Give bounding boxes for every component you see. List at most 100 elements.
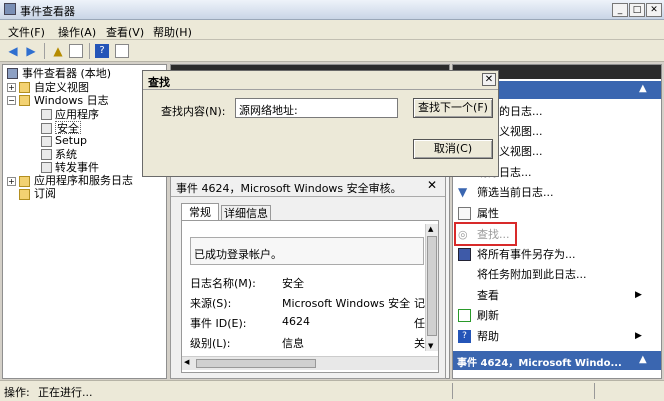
cancel-button[interactable]: 取消(C) bbox=[413, 139, 493, 159]
status-divider bbox=[452, 383, 453, 399]
refresh-icon bbox=[458, 309, 471, 322]
tree-log-security[interactable]: 安全 bbox=[55, 121, 81, 135]
subscriptions-icon bbox=[19, 189, 30, 200]
tree-windows-logs[interactable]: Windows 日志 bbox=[34, 94, 109, 107]
tree-log-forwarded[interactable]: 转发事件 bbox=[55, 161, 99, 174]
action-view[interactable]: 查看 bbox=[477, 288, 499, 304]
menu-view[interactable]: 查看(V) bbox=[106, 24, 144, 40]
action-pane-icon[interactable] bbox=[115, 44, 129, 58]
find-input[interactable]: 源网络地址: bbox=[235, 98, 398, 118]
tree-log-application[interactable]: 应用程序 bbox=[55, 108, 99, 121]
event-section-title: 事件 4624，Microsoft Windo... bbox=[457, 358, 622, 369]
event-title: 事件 4624，Microsoft Windows 安全审核。 bbox=[176, 182, 402, 195]
show-hide-tree-icon[interactable] bbox=[69, 44, 83, 58]
filter-icon: ▼ bbox=[458, 185, 468, 199]
status-bar: 操作: 正在进行... bbox=[0, 380, 664, 401]
scroll-down-icon[interactable]: ▼ bbox=[428, 342, 433, 350]
minimize-button[interactable]: _ bbox=[612, 3, 628, 17]
log-icon bbox=[41, 109, 52, 120]
field-value: Microsoft Windows 安全审 bbox=[282, 297, 410, 310]
save-icon bbox=[458, 248, 471, 261]
submenu-arrow-icon: ▶ bbox=[635, 331, 642, 341]
horizontal-scrollbar[interactable]: ◀ bbox=[182, 356, 438, 370]
dialog-divider bbox=[143, 89, 498, 90]
close-button[interactable]: ✕ bbox=[646, 3, 662, 17]
expand-icon[interactable]: + bbox=[7, 177, 16, 186]
toolbar-divider bbox=[89, 43, 90, 59]
expand-icon[interactable]: + bbox=[7, 83, 16, 92]
find-label: 查找内容(N): bbox=[161, 105, 226, 118]
find-next-button[interactable]: 查找下一个(F) bbox=[413, 98, 493, 118]
dialog-close-button[interactable]: ✕ bbox=[482, 73, 496, 86]
dialog-title: 查找 bbox=[148, 76, 170, 89]
tab-details[interactable]: 详细信息 bbox=[221, 205, 271, 221]
forward-icon[interactable]: ▶ bbox=[23, 43, 39, 59]
action-save-all-events[interactable]: 将所有事件另存为... bbox=[477, 247, 576, 263]
folder-icon bbox=[19, 176, 30, 187]
event-section-header: 事件 4624，Microsoft Windo... ▲ bbox=[453, 351, 661, 370]
tree-custom-views[interactable]: 自定义视图 bbox=[34, 81, 89, 94]
binoculars-icon: ◎ bbox=[458, 228, 468, 241]
up-folder-icon[interactable]: ▲ bbox=[50, 43, 66, 59]
collapse-section-icon[interactable]: ▲ bbox=[639, 354, 647, 365]
field-label: 事件 ID(E): bbox=[190, 317, 247, 330]
action-properties[interactable]: 属性 bbox=[477, 206, 499, 222]
back-icon[interactable]: ◀ bbox=[5, 43, 21, 59]
action-refresh[interactable]: 刷新 bbox=[477, 308, 499, 324]
scrollbar-thumb[interactable] bbox=[196, 359, 316, 368]
field-value: 4624 bbox=[282, 315, 310, 328]
menu-bar: 文件(F) 操作(A) 查看(V) 帮助(H) bbox=[0, 20, 664, 40]
folder-icon bbox=[19, 95, 30, 106]
menu-help[interactable]: 帮助(H) bbox=[153, 24, 192, 40]
log-icon bbox=[41, 149, 52, 160]
log-icon bbox=[41, 136, 52, 147]
folder-icon bbox=[19, 82, 30, 93]
toolbar-divider bbox=[44, 43, 45, 59]
collapse-section-icon[interactable]: ▲ bbox=[639, 83, 647, 94]
window-title: 事件查看器 bbox=[20, 5, 75, 18]
help-icon: ? bbox=[458, 330, 471, 343]
tree-subscriptions[interactable]: 订阅 bbox=[34, 187, 56, 200]
status-label: 操作: bbox=[4, 386, 30, 399]
action-find[interactable]: 查找... bbox=[477, 227, 510, 243]
log-icon bbox=[41, 123, 52, 134]
scroll-up-icon[interactable]: ▲ bbox=[428, 225, 433, 233]
field-value: 安全 bbox=[282, 277, 304, 290]
divider bbox=[171, 196, 445, 197]
help-icon[interactable]: ? bbox=[95, 44, 109, 58]
scroll-left-icon[interactable]: ◀ bbox=[184, 358, 189, 366]
status-text: 正在进行... bbox=[38, 386, 93, 399]
field-label: 日志名称(M): bbox=[190, 277, 256, 290]
event-summary-box: 已成功登录帐户。 bbox=[190, 237, 424, 265]
field-extra: 任 bbox=[414, 317, 425, 330]
find-input-value: 源网络地址: bbox=[239, 104, 298, 117]
menu-file[interactable]: 文件(F) bbox=[8, 24, 45, 40]
app-icon bbox=[4, 3, 16, 15]
scrollbar-thumb[interactable] bbox=[427, 236, 437, 336]
tab-content: 已成功登录帐户。 ▲ ▼ 日志名称(M): 安全 来源(S): Microsof… bbox=[181, 220, 439, 373]
tree-log-system[interactable]: 系统 bbox=[55, 148, 77, 161]
tree-app-services-logs[interactable]: 应用程序和服务日志 bbox=[34, 174, 133, 187]
field-label: 级别(L): bbox=[190, 337, 231, 350]
collapse-icon[interactable]: − bbox=[7, 96, 16, 105]
find-dialog: 查找 ✕ 查找内容(N): 源网络地址: 查找下一个(F) 取消(C) bbox=[142, 70, 499, 177]
field-extra: 关 bbox=[414, 337, 425, 350]
tree-log-setup[interactable]: Setup bbox=[55, 134, 87, 147]
toolbar: ◀ ▶ ▲ ? bbox=[0, 40, 664, 62]
event-detail-panel: 事件 4624，Microsoft Windows 安全审核。 ✕ 常规 详细信… bbox=[170, 175, 446, 379]
field-value: 信息 bbox=[282, 337, 304, 350]
action-filter-log[interactable]: 筛选当前日志... bbox=[477, 185, 554, 201]
scrollbar[interactable]: ▲ ▼ bbox=[425, 224, 438, 351]
menu-action[interactable]: 操作(A) bbox=[58, 24, 96, 40]
tab-general[interactable]: 常规 bbox=[181, 203, 219, 221]
close-icon[interactable]: ✕ bbox=[427, 178, 437, 192]
action-attach-task[interactable]: 将任务附加到此日志... bbox=[477, 267, 587, 283]
maximize-button[interactable]: □ bbox=[629, 3, 645, 17]
log-icon bbox=[41, 162, 52, 173]
submenu-arrow-icon: ▶ bbox=[635, 290, 642, 300]
action-help[interactable]: 帮助 bbox=[477, 329, 499, 345]
field-label: 来源(S): bbox=[190, 297, 232, 310]
properties-icon bbox=[458, 207, 471, 220]
tree-root[interactable]: 事件查看器 (本地) bbox=[22, 67, 111, 80]
status-divider bbox=[594, 383, 595, 399]
